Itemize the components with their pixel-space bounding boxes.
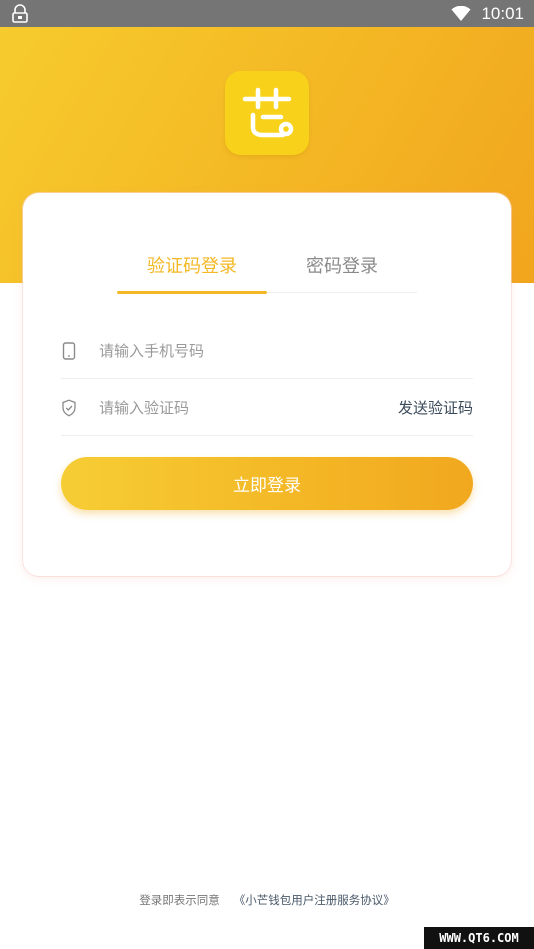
shield-check-icon bbox=[61, 399, 77, 417]
code-input[interactable] bbox=[99, 393, 369, 423]
phone-divider bbox=[61, 378, 473, 379]
app-logo-icon bbox=[225, 71, 309, 155]
phone-icon bbox=[61, 342, 77, 360]
code-divider bbox=[61, 435, 473, 436]
agreement-link[interactable]: 《小芒钱包用户注册服务协议》 bbox=[234, 893, 395, 907]
send-code-button[interactable]: 发送验证码 bbox=[398, 393, 473, 423]
status-bar: 10:01 bbox=[0, 0, 534, 27]
clock: 10:01 bbox=[481, 3, 524, 23]
agreement-prefix: 登录即表示同意 bbox=[139, 893, 220, 907]
watermark: WWW.QT6.COM bbox=[424, 927, 534, 949]
bag-icon bbox=[10, 4, 30, 24]
tab-password-login[interactable]: 密码登录 bbox=[267, 252, 417, 282]
tab-active-indicator bbox=[117, 291, 267, 294]
status-right: 10:01 bbox=[451, 0, 524, 27]
wifi-icon bbox=[451, 5, 471, 22]
agreement-text: 登录即表示同意 《小芒钱包用户注册服务协议》 bbox=[0, 892, 534, 908]
code-field-row: 发送验证码 bbox=[61, 380, 473, 436]
phone-field-row bbox=[61, 323, 473, 379]
phone-input[interactable] bbox=[99, 336, 459, 366]
login-button[interactable]: 立即登录 bbox=[61, 457, 473, 510]
tab-sms-login[interactable]: 验证码登录 bbox=[117, 252, 267, 282]
